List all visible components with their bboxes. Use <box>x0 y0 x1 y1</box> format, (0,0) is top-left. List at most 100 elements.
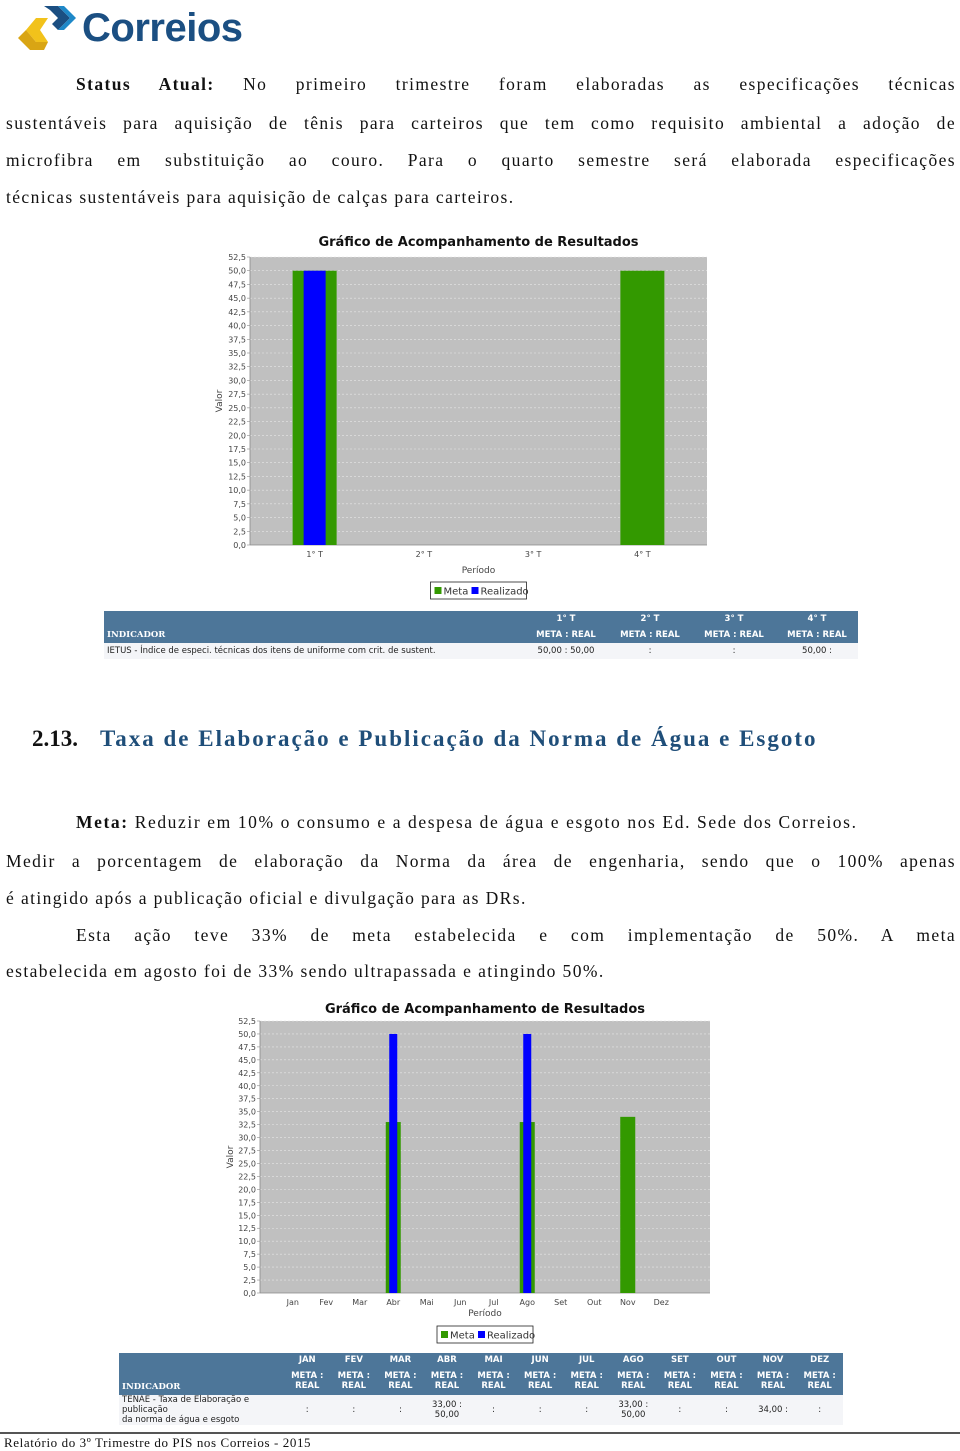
table-cell: 50,00 : 50,00 <box>524 643 608 659</box>
x-tick-label: Ago <box>520 1298 536 1307</box>
meta-value: : <box>678 1405 682 1415</box>
y-tick-label: 35,0 <box>238 1108 256 1117</box>
meta-label: META : <box>663 1371 697 1381</box>
real-label: REAL <box>621 1381 646 1391</box>
meta-text: Reduzir em 10% o consumo e a despesa de … <box>134 812 858 832</box>
meta-label: META : <box>570 1371 603 1381</box>
legend-swatch-realizado <box>478 1331 485 1338</box>
meta-value: : <box>352 1405 356 1415</box>
table-cell: : <box>563 1395 610 1425</box>
status-line-2: sustentáveis para aquisição de tênis par… <box>6 113 956 133</box>
bar-meta <box>620 270 665 545</box>
chart-legend: Meta Realizado <box>430 581 529 600</box>
legend-label-meta: Meta <box>450 1331 475 1342</box>
real-label: REAL <box>667 1381 693 1391</box>
meta-real-header: META : REAL <box>796 1367 843 1395</box>
indicator-header: INDICADOR <box>104 611 524 643</box>
x-axis-label: Período <box>468 1309 502 1319</box>
period-header: JAN <box>283 1353 331 1367</box>
legend-swatch-meta <box>434 587 442 594</box>
y-tick-label: 42,5 <box>228 308 246 317</box>
real-label: REAL <box>760 1381 786 1391</box>
x-tick-label: Jun <box>453 1298 467 1307</box>
meta-value: 33,00 : <box>432 1400 462 1410</box>
chart-legend: Meta Realizado <box>436 1325 535 1344</box>
period-header: ABR <box>423 1353 471 1367</box>
x-tick-label: Out <box>587 1298 602 1307</box>
bar-realizado <box>389 1033 398 1293</box>
indicator-header: INDICADOR <box>119 1353 284 1395</box>
y-tick-label: 40,0 <box>238 1082 256 1091</box>
period-header: DEZ <box>796 1353 843 1367</box>
period-header: SET <box>656 1353 704 1367</box>
y-tick-label: 25,0 <box>228 404 246 413</box>
y-tick-label: 17,5 <box>228 445 246 454</box>
legend-label-meta: Meta <box>444 587 469 598</box>
status-line-3: microfibra em substituição ao couro. Par… <box>6 150 956 170</box>
section-line-3: Esta ação teve 33% de meta estabelecida … <box>76 925 956 945</box>
x-tick-label: 1° T <box>306 550 323 559</box>
y-tick-label: 50,0 <box>238 1030 256 1039</box>
meta-label: Meta: <box>76 812 129 832</box>
footer-divider <box>0 1432 960 1434</box>
meta-label: META : <box>337 1371 370 1381</box>
period-header: 3° T <box>692 611 776 627</box>
indicator-table-quarterly: INDICADOR 1° T 2° T 3° T 4° T META : REA… <box>104 611 858 659</box>
meta-label: META : <box>430 1371 464 1381</box>
meta-line: Meta: Reduzir em 10% o consumo e a despe… <box>76 812 858 833</box>
section-line-1: Medir a porcentagem de elaboração da Nor… <box>6 851 956 871</box>
x-tick-label: Mar <box>352 1298 368 1307</box>
indicator-table-monthly: INDICADOR JAN FEV MAR ABR MAI JUN JUL AGO SET OUT… <box>119 1353 843 1425</box>
y-tick-label: 37,5 <box>228 335 246 344</box>
table-row: TENAE - Taxa de Elaboração e publicação … <box>119 1395 843 1425</box>
bar-meta <box>620 1116 636 1293</box>
correios-logo: Correios <box>14 4 244 54</box>
table-cell: : <box>796 1395 843 1425</box>
y-tick-label: 15,0 <box>228 459 246 468</box>
real-label: REAL <box>295 1381 320 1391</box>
meta-label: META : <box>756 1371 790 1381</box>
meta-real-header: META : REAL <box>610 1367 657 1395</box>
chart-monthly-svg: Gráfico de Acompanhamento de Resultados 0… <box>226 1002 710 1344</box>
section-title: Taxa de Elaboração e Publicação da Norma… <box>100 726 818 751</box>
y-tick-label: 10,0 <box>228 486 246 495</box>
x-tick-label: 2° T <box>416 550 433 559</box>
y-tick-label: 32,5 <box>228 363 246 372</box>
legend-label-realizado: Realizado <box>481 587 529 598</box>
y-tick-label: 22,5 <box>238 1172 256 1181</box>
meta-label: META : <box>617 1371 650 1381</box>
x-tick-label: Fev <box>319 1298 333 1307</box>
period-header: 1° T <box>524 611 608 627</box>
y-tick-label: 37,5 <box>238 1095 256 1104</box>
meta-real-header: META : REAL <box>283 1367 331 1395</box>
y-tick-label: 50,0 <box>228 267 246 276</box>
chart-title: Gráfico de Acompanhamento de Resultados <box>318 235 638 250</box>
x-tick-label: 4° T <box>634 550 651 559</box>
real-value: 50,00 <box>434 1410 460 1420</box>
y-tick-label: 2,5 <box>233 527 246 536</box>
chart-quarterly: Gráfico de Acompanhamento de Resultados 0… <box>200 228 740 611</box>
y-tick-label: 0,0 <box>243 1289 256 1298</box>
meta-value: 34,00 : <box>758 1405 788 1415</box>
x-tick-label: Mai <box>420 1298 434 1307</box>
meta-real-header: META : REAL <box>470 1367 517 1395</box>
meta-value: 33,00 : <box>618 1400 649 1410</box>
x-tick-label: 3° T <box>525 550 542 559</box>
y-tick-label: 10,0 <box>238 1237 256 1246</box>
period-header: MAI <box>470 1353 517 1367</box>
indicator-name: IETUS - Índice de especi. técnicas dos i… <box>104 643 524 659</box>
table-cell: 33,00 :50,00 <box>610 1395 657 1425</box>
meta-value: : <box>398 1405 402 1415</box>
table-cell: 34,00 : <box>749 1395 797 1425</box>
table-cell: : <box>330 1395 378 1425</box>
meta-real-header: META : REAL <box>377 1367 424 1395</box>
real-label: REAL <box>527 1381 553 1391</box>
plot-area <box>260 1021 710 1293</box>
y-axis-label: Valor <box>226 1145 236 1168</box>
status-label: Status Atual: <box>76 74 215 94</box>
meta-value: : <box>585 1405 589 1415</box>
correios-logo-icon <box>18 6 76 50</box>
y-tick-label: 52,5 <box>238 1017 256 1026</box>
meta-real-header: META : REAL <box>330 1367 378 1395</box>
y-tick-label: 30,0 <box>238 1134 256 1143</box>
